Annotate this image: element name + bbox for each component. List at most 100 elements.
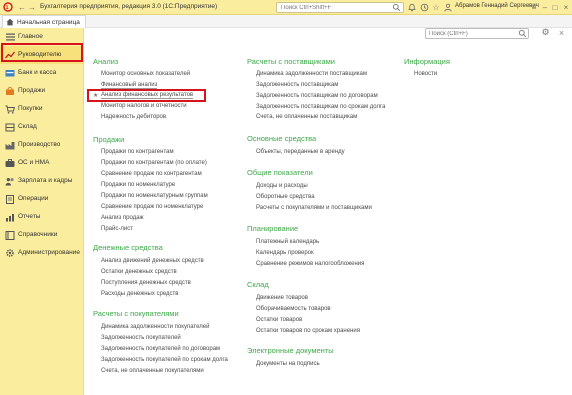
report-link[interactable]: Расчеты с покупателями и поставщиками — [256, 205, 372, 211]
report-link[interactable]: Оборотные средства — [256, 194, 315, 200]
report-link[interactable]: Задолженность поставщикам по договорам — [256, 93, 378, 99]
report-link[interactable]: Расходы денежных средств — [101, 291, 178, 297]
report-link[interactable]: Продажи по номенклатуре — [101, 182, 175, 188]
sidebar-item-purchases[interactable]: Покупки — [0, 100, 83, 118]
panel-search-input[interactable] — [429, 29, 513, 38]
report-link[interactable]: Документы на подпись — [256, 361, 320, 367]
section-title: Основные средства — [247, 134, 317, 143]
maximize-icon[interactable]: □ — [550, 2, 560, 12]
report-link[interactable]: Финансовый анализ — [101, 82, 158, 89]
user-icon[interactable] — [443, 2, 453, 12]
report-link[interactable]: Оборачиваемость товаров — [256, 306, 331, 312]
report-link[interactable]: Остатки товаров — [256, 317, 302, 323]
report-link[interactable]: Остатки денежных средств — [101, 269, 177, 275]
sidebar-item-label: Отчеты — [18, 213, 41, 220]
global-search-input[interactable] — [281, 3, 385, 12]
report-link[interactable]: Доходы и расходы — [256, 183, 308, 189]
search-icon[interactable] — [518, 29, 527, 38]
section-panel: ⚙ × Анализ Монитор основных показателей … — [84, 27, 572, 395]
title-bar: 1 ← → Бухгалтерия предприятия, редакция … — [0, 0, 572, 15]
sidebar-item-label: Покупки — [18, 105, 43, 112]
sidebar-highlight-box — [1, 43, 83, 62]
warehouse-icon — [5, 122, 15, 132]
bank-icon — [5, 68, 15, 78]
sidebar-item-warehouse[interactable]: Склад — [0, 118, 83, 136]
sidebar-item-administration[interactable]: Администрирование — [0, 244, 83, 262]
forward-arrow-icon[interactable]: → — [27, 2, 37, 12]
report-link[interactable]: Динамика задолженности поставщикам — [256, 71, 367, 77]
sales-icon — [5, 86, 15, 96]
report-link[interactable]: Монитор основных показателей — [101, 71, 190, 77]
report-link[interactable]: Сравнение продаж по номенклатуре — [101, 204, 203, 210]
section-title: Планирование — [247, 224, 299, 233]
bell-icon[interactable] — [407, 2, 417, 12]
report-link[interactable]: Счета, не оплаченные покупателями — [101, 368, 204, 374]
menu-lines-icon[interactable]: ≡ — [529, 2, 539, 12]
report-link[interactable]: Задолженность покупателей по срокам долг… — [101, 357, 228, 363]
report-link[interactable]: Монитор налогов и отчетности — [101, 103, 187, 109]
report-link[interactable]: Продажи по номенклатурным группам — [101, 193, 208, 199]
report-link[interactable]: Счета, не оплаченные поставщикам — [256, 114, 357, 120]
sidebar-item-catalogs[interactable]: Справочники — [0, 226, 83, 244]
report-link[interactable]: Новости — [414, 71, 437, 77]
sidebar-item-sales[interactable]: Продажи — [0, 82, 83, 100]
report-link[interactable]: Динамика задолженности покупателей — [101, 324, 209, 330]
sidebar-item-assets[interactable]: ОС и НМА — [0, 154, 83, 172]
report-link[interactable]: Остатки товаров по срокам хранения — [256, 328, 360, 334]
section-title: Общие показатели — [247, 168, 313, 177]
report-link[interactable]: Задолженность покупателей — [101, 335, 181, 341]
section-title: Денежные средства — [93, 243, 163, 252]
report-link[interactable]: Продажи по контрагентам — [101, 149, 174, 155]
sidebar-item-salary[interactable]: Зарплата и кадры — [0, 172, 83, 190]
star-icon[interactable]: ☆ — [431, 2, 441, 12]
history-icon[interactable] — [419, 2, 429, 12]
section-title: Информация — [404, 57, 450, 66]
report-link[interactable]: Платежный календарь — [256, 239, 319, 245]
sidebar-item-label: Производство — [18, 141, 61, 148]
panel-search-box[interactable] — [425, 28, 529, 39]
report-link[interactable]: Объекты, переданные в аренду — [256, 149, 345, 155]
close-icon[interactable]: × — [561, 2, 571, 12]
reports-icon — [5, 212, 15, 222]
report-link[interactable]: Анализ продаж — [101, 215, 144, 221]
user-name[interactable]: Абрамов Геннадий Сергеевич — [455, 3, 539, 9]
global-search-box[interactable] — [276, 2, 404, 13]
settings-gear-icon[interactable]: ⚙ — [540, 27, 551, 38]
link-highlight-box — [87, 89, 206, 102]
sidebar-item-production[interactable]: Производство — [0, 136, 83, 154]
tab-home-label: Начальная страница — [17, 18, 80, 26]
minimize-icon[interactable]: – — [540, 2, 550, 12]
sidebar-item-bank[interactable]: Банк и касса — [0, 64, 83, 82]
report-link[interactable]: Анализ движений денежных средств — [101, 258, 204, 264]
sidebar-item-label: Банк и касса — [18, 69, 57, 76]
section-title: Электронные документы — [247, 346, 334, 355]
report-link[interactable]: Сравнение продаж по контрагентам — [101, 171, 202, 177]
section-title: Расчеты с поставщиками — [247, 57, 335, 66]
sidebar-item-operations[interactable]: Операции — [0, 190, 83, 208]
tab-home[interactable]: Начальная страница — [2, 15, 86, 28]
sidebar-item-label: Операции — [18, 195, 49, 202]
report-link[interactable]: Прайс-лист — [101, 226, 133, 232]
report-link[interactable]: Продажи по контрагентам (по оплате) — [101, 160, 207, 166]
report-link[interactable]: Задолженность поставщикам по срокам долг… — [256, 104, 385, 110]
report-link[interactable]: Поступления денежных средств — [101, 280, 191, 286]
search-icon[interactable] — [392, 3, 401, 12]
svg-text:1: 1 — [6, 5, 9, 11]
report-link[interactable]: Задолженность поставщикам — [256, 82, 338, 88]
back-arrow-icon[interactable]: ← — [17, 2, 27, 12]
sidebar-item-reports[interactable]: Отчеты — [0, 208, 83, 226]
people-icon — [5, 176, 15, 186]
cart-icon — [5, 104, 15, 114]
report-link[interactable]: Календарь проверок — [256, 250, 314, 256]
sidebar-item-label: ОС и НМА — [18, 159, 50, 166]
report-link[interactable]: Задолженность покупателей по договорам — [101, 346, 220, 352]
gear-icon — [5, 248, 15, 258]
1c-logo-icon: 1 — [3, 2, 13, 12]
close-panel-icon[interactable]: × — [556, 27, 567, 38]
sidebar-item-label: Справочники — [18, 231, 58, 238]
report-link[interactable]: Надежность дебиторов — [101, 114, 166, 120]
sidebar-item-label: Главное — [18, 33, 43, 40]
report-link[interactable]: Движение товаров — [256, 295, 308, 301]
home-icon — [6, 18, 14, 26]
report-link[interactable]: Сравнение режимов налогообложения — [256, 261, 364, 267]
